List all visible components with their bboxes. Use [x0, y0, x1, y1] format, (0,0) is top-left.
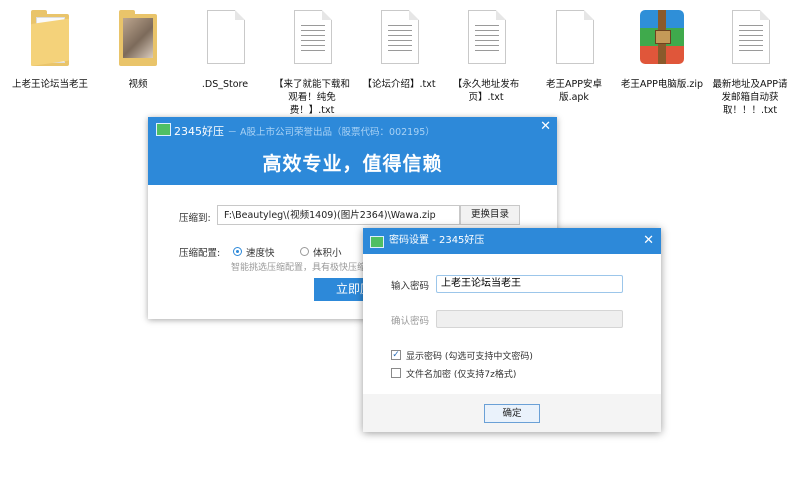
file-name: 最新地址及APP请发邮箱自动获取！！！.txt [712, 79, 788, 116]
folder-icon [25, 8, 75, 70]
document-icon [549, 8, 599, 70]
file-name: 老王APP安卓版.apk [546, 79, 602, 103]
radio-small[interactable] [300, 247, 309, 256]
password-dialog: 密码设置 - 2345好压 ✕ 输入密码 上老王论坛当老王 确认密码 ✓ 显示密… [363, 228, 661, 432]
enter-password-label: 输入密码 [391, 281, 430, 292]
text-file-icon [374, 8, 424, 70]
slogan: 高效专业，值得信赖 [262, 153, 443, 175]
radio-small-label: 体积小 [313, 248, 342, 259]
desktop-item-zip[interactable]: 老王APP电脑版.zip [620, 8, 704, 91]
folder-photo-icon [113, 8, 163, 70]
close-icon[interactable]: ✕ [643, 228, 654, 254]
compress-path-input[interactable]: F:\Beautyleg\(视频1409)(图片2364)\Wawa.zip [217, 205, 460, 225]
document-icon [200, 8, 250, 70]
window-header: 2345好压 － A股上市公司荣誉出品（股票代码：002195） ✕ 高效专业，… [148, 117, 557, 185]
radio-fast-label: 速度快 [246, 248, 275, 259]
config-hint: 智能挑选压缩配置，具有极快压缩 [231, 263, 367, 273]
text-file-icon [725, 8, 775, 70]
file-name: 【论坛介绍】.txt [362, 79, 436, 90]
show-password-label: 显示密码 (勾选可支持中文密码) [406, 352, 533, 362]
change-directory-button[interactable]: 更换目录 [460, 205, 520, 225]
dialog-title: 密码设置 - 2345好压 [389, 235, 485, 246]
desktop-item-ds-store[interactable]: .DS_Store [183, 8, 267, 91]
encrypt-filenames-checkbox[interactable] [391, 368, 401, 378]
close-icon[interactable]: ✕ [540, 119, 551, 134]
show-password-checkbox[interactable]: ✓ [391, 350, 401, 360]
compress-to-label: 压缩到: [179, 213, 211, 224]
dialog-titlebar: 密码设置 - 2345好压 ✕ [363, 228, 661, 254]
confirm-password-input[interactable] [436, 310, 623, 328]
file-name: 视频 [128, 79, 148, 90]
confirm-password-label: 确认密码 [391, 316, 430, 327]
desktop-item-txt-latest[interactable]: 最新地址及APP请发邮箱自动获取！！！.txt [708, 8, 792, 117]
app-logo-icon [370, 236, 384, 248]
encrypt-filenames-label: 文件名加密 (仅支持7z格式) [406, 370, 517, 380]
desktop-item-txt-address[interactable]: 【永久地址发布页】.txt [444, 8, 528, 104]
file-name: 【永久地址发布页】.txt [452, 79, 520, 103]
window-title: 2345好压 － A股上市公司荣誉出品（股票代码：002195） [174, 125, 435, 138]
dialog-body: 输入密码 上老王论坛当老王 确认密码 ✓ 显示密码 (勾选可支持中文密码) 文件… [363, 254, 661, 394]
desktop-item-folder[interactable]: 上老王论坛当老王 [8, 8, 92, 91]
radio-fast[interactable] [233, 247, 242, 256]
desktop-item-apk[interactable]: 老王APP安卓版.apk [532, 8, 616, 104]
zip-archive-icon [637, 8, 687, 70]
desktop-item-txt-intro[interactable]: 【论坛介绍】.txt [357, 8, 441, 91]
file-name: 老王APP电脑版.zip [620, 79, 704, 90]
desktop-item-txt-download[interactable]: 【来了就能下载和观看！纯免费！】.txt [270, 8, 354, 117]
text-file-icon [461, 8, 511, 70]
file-name: 上老王论坛当老王 [11, 79, 88, 90]
text-file-icon [287, 8, 337, 70]
password-input[interactable]: 上老王论坛当老王 [436, 275, 623, 293]
file-name: 【来了就能下载和观看！纯免费！】.txt [273, 79, 350, 116]
app-logo-icon [156, 123, 171, 136]
config-label: 压缩配置: [179, 248, 221, 259]
ok-button[interactable]: 确定 [484, 404, 540, 423]
file-name: .DS_Store [201, 79, 249, 90]
desktop-item-video-folder[interactable]: 视频 [96, 8, 180, 91]
